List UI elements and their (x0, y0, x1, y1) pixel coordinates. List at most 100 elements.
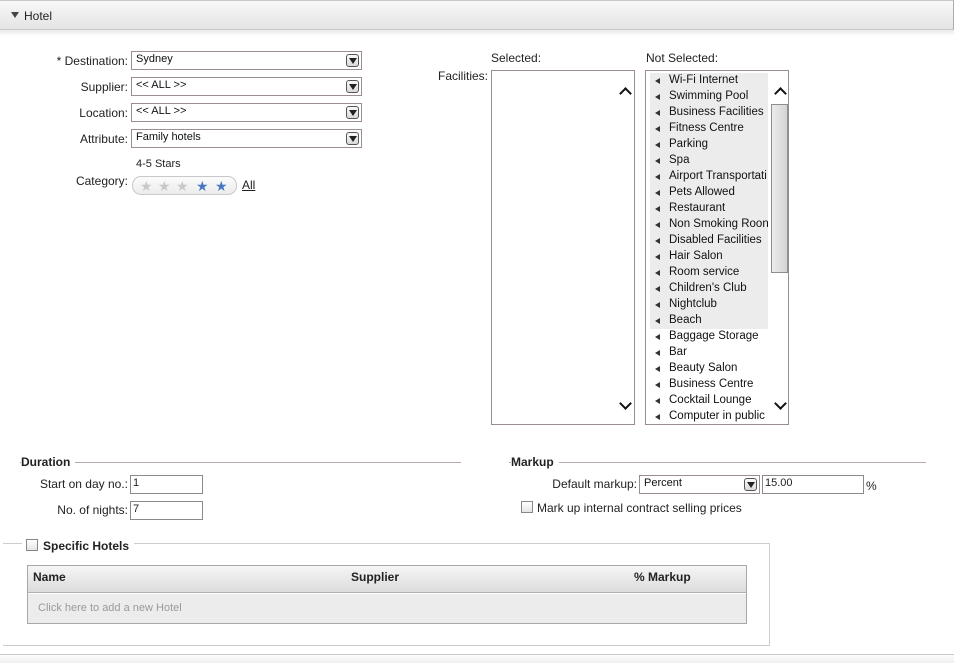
dropdown-arrow-icon[interactable] (346, 80, 359, 93)
scroll-down-icon[interactable] (774, 397, 787, 411)
category-rating-text: 4-5 Stars (136, 158, 181, 170)
scroll-up-icon[interactable] (619, 85, 632, 100)
move-left-arrow-icon[interactable] (655, 414, 660, 420)
facility-item-label: Pets Allowed (669, 186, 735, 198)
start-day-value: 1 (133, 477, 140, 489)
selected-header: Selected: (491, 51, 542, 65)
hotels-grid: Name Supplier % Markup Click here to add… (27, 565, 747, 624)
star-2-icon[interactable]: ★ (158, 178, 171, 194)
internal-markup-checkbox[interactable] (521, 501, 533, 513)
not-selected-facilities-list[interactable]: Computer in public Cocktail Lounge Busines… (645, 70, 789, 425)
category-star-rating[interactable]: ★ ★ ★ ★ ★ (132, 176, 237, 195)
markup-amount-value: 15.00 (765, 477, 793, 489)
facility-item[interactable]: Hair Salon (650, 249, 768, 265)
facility-item[interactable]: Children's Club (650, 281, 768, 297)
move-left-arrow-icon[interactable] (655, 302, 660, 308)
star-5-icon[interactable]: ★ (215, 178, 228, 194)
markup-type-value: Percent (644, 477, 682, 489)
category-all-link[interactable]: All (242, 178, 255, 192)
nights-input[interactable]: 7 (130, 501, 203, 520)
duration-legend: Duration (21, 455, 76, 469)
location-combo[interactable]: << ALL >> (131, 103, 362, 122)
start-day-input[interactable]: 1 (130, 475, 203, 494)
move-left-arrow-icon[interactable] (655, 110, 660, 116)
facility-item-label: Swimming Pool (669, 90, 749, 102)
column-markup[interactable]: % Markup (634, 570, 691, 584)
move-left-arrow-icon[interactable] (655, 78, 660, 84)
move-left-arrow-icon[interactable] (655, 318, 660, 324)
hotel-panel-header[interactable]: Hotel (0, 0, 954, 30)
move-left-arrow-icon[interactable] (655, 286, 660, 292)
dropdown-arrow-icon[interactable] (744, 478, 757, 491)
move-left-arrow-icon[interactable] (655, 254, 660, 260)
facility-item[interactable]: Parking (650, 137, 768, 153)
duration-rule (20, 462, 461, 463)
facility-item-label: Business Facilities (669, 106, 764, 118)
move-left-arrow-icon[interactable] (655, 174, 660, 180)
add-hotel-row[interactable]: Click here to add a new Hotel (28, 594, 746, 623)
markup-rule (509, 462, 926, 463)
facility-item[interactable]: Restaurant (650, 201, 768, 217)
facility-item[interactable]: Fitness Centre (650, 121, 768, 137)
selected-facilities-list[interactable] (491, 70, 635, 425)
facility-item[interactable]: Pets Allowed (650, 185, 768, 201)
facility-item-label: Baggage Storage (669, 330, 759, 342)
facility-item[interactable]: Baggage Storage (650, 329, 768, 345)
add-hotel-text[interactable]: Click here to add a new Hotel (38, 602, 182, 614)
dropdown-arrow-icon[interactable] (346, 106, 359, 119)
column-name[interactable]: Name (33, 570, 66, 584)
move-left-arrow-icon[interactable] (655, 366, 660, 372)
move-left-arrow-icon[interactable] (655, 398, 660, 404)
move-left-arrow-icon[interactable] (655, 126, 660, 132)
move-left-arrow-icon[interactable] (655, 382, 660, 388)
scrollbar-thumb[interactable] (771, 104, 788, 273)
header-shadow (0, 30, 954, 36)
facility-item[interactable]: Disabled Facilities (650, 233, 768, 249)
move-left-arrow-icon[interactable] (655, 142, 660, 148)
dropdown-arrow-icon[interactable] (346, 54, 359, 67)
star-4-icon[interactable]: ★ (196, 178, 209, 194)
move-left-arrow-icon[interactable] (655, 94, 660, 100)
facility-item-label: Room service (669, 266, 740, 278)
collapse-triangle-icon[interactable] (11, 12, 19, 18)
move-left-arrow-icon[interactable] (655, 334, 660, 340)
scroll-up-icon[interactable] (774, 85, 787, 100)
facility-item[interactable]: Cocktail Lounge (650, 393, 768, 409)
move-left-arrow-icon[interactable] (655, 158, 660, 164)
facility-item[interactable]: Business Centre (650, 377, 768, 393)
move-left-arrow-icon[interactable] (655, 222, 660, 228)
markup-amount-input[interactable]: 15.00 (762, 475, 864, 494)
star-1-icon[interactable]: ★ (140, 178, 153, 194)
facility-item[interactable]: Swimming Pool (650, 89, 768, 105)
facility-item[interactable]: Airport Transportati (650, 169, 768, 185)
move-left-arrow-icon[interactable] (655, 350, 660, 356)
destination-value: Sydney (136, 53, 173, 65)
facility-item[interactable]: Room service (650, 265, 768, 281)
move-left-arrow-icon[interactable] (655, 238, 660, 244)
star-3-icon[interactable]: ★ (176, 178, 189, 194)
destination-combo[interactable]: Sydney (131, 51, 362, 70)
facility-item-label: Spa (669, 154, 690, 166)
facility-item[interactable]: Computer in public (650, 409, 768, 424)
markup-type-combo[interactable]: Percent (639, 475, 760, 494)
attribute-value: Family hotels (136, 131, 201, 143)
facility-item[interactable]: Bar (650, 345, 768, 361)
facility-item[interactable]: Beach (650, 313, 768, 329)
column-supplier[interactable]: Supplier (351, 570, 399, 584)
facility-item[interactable]: Nightclub (650, 297, 768, 313)
facility-item[interactable]: Business Facilities (650, 105, 768, 121)
facility-item-label: Computer in public (669, 410, 765, 422)
facility-item[interactable]: Beauty Salon (650, 361, 768, 377)
move-left-arrow-icon[interactable] (655, 190, 660, 196)
move-left-arrow-icon[interactable] (655, 206, 660, 212)
dropdown-arrow-icon[interactable] (346, 132, 359, 145)
move-left-arrow-icon[interactable] (655, 270, 660, 276)
scroll-down-icon[interactable] (619, 397, 632, 411)
specific-hotels-checkbox[interactable] (26, 539, 38, 551)
facility-item[interactable]: Wi-Fi Internet (650, 73, 768, 89)
facility-item-label: Business Centre (669, 378, 754, 390)
facility-item[interactable]: Spa (650, 153, 768, 169)
supplier-combo[interactable]: << ALL >> (131, 77, 362, 96)
attribute-combo[interactable]: Family hotels (131, 129, 362, 148)
facility-item[interactable]: Non Smoking Roon (650, 217, 768, 233)
